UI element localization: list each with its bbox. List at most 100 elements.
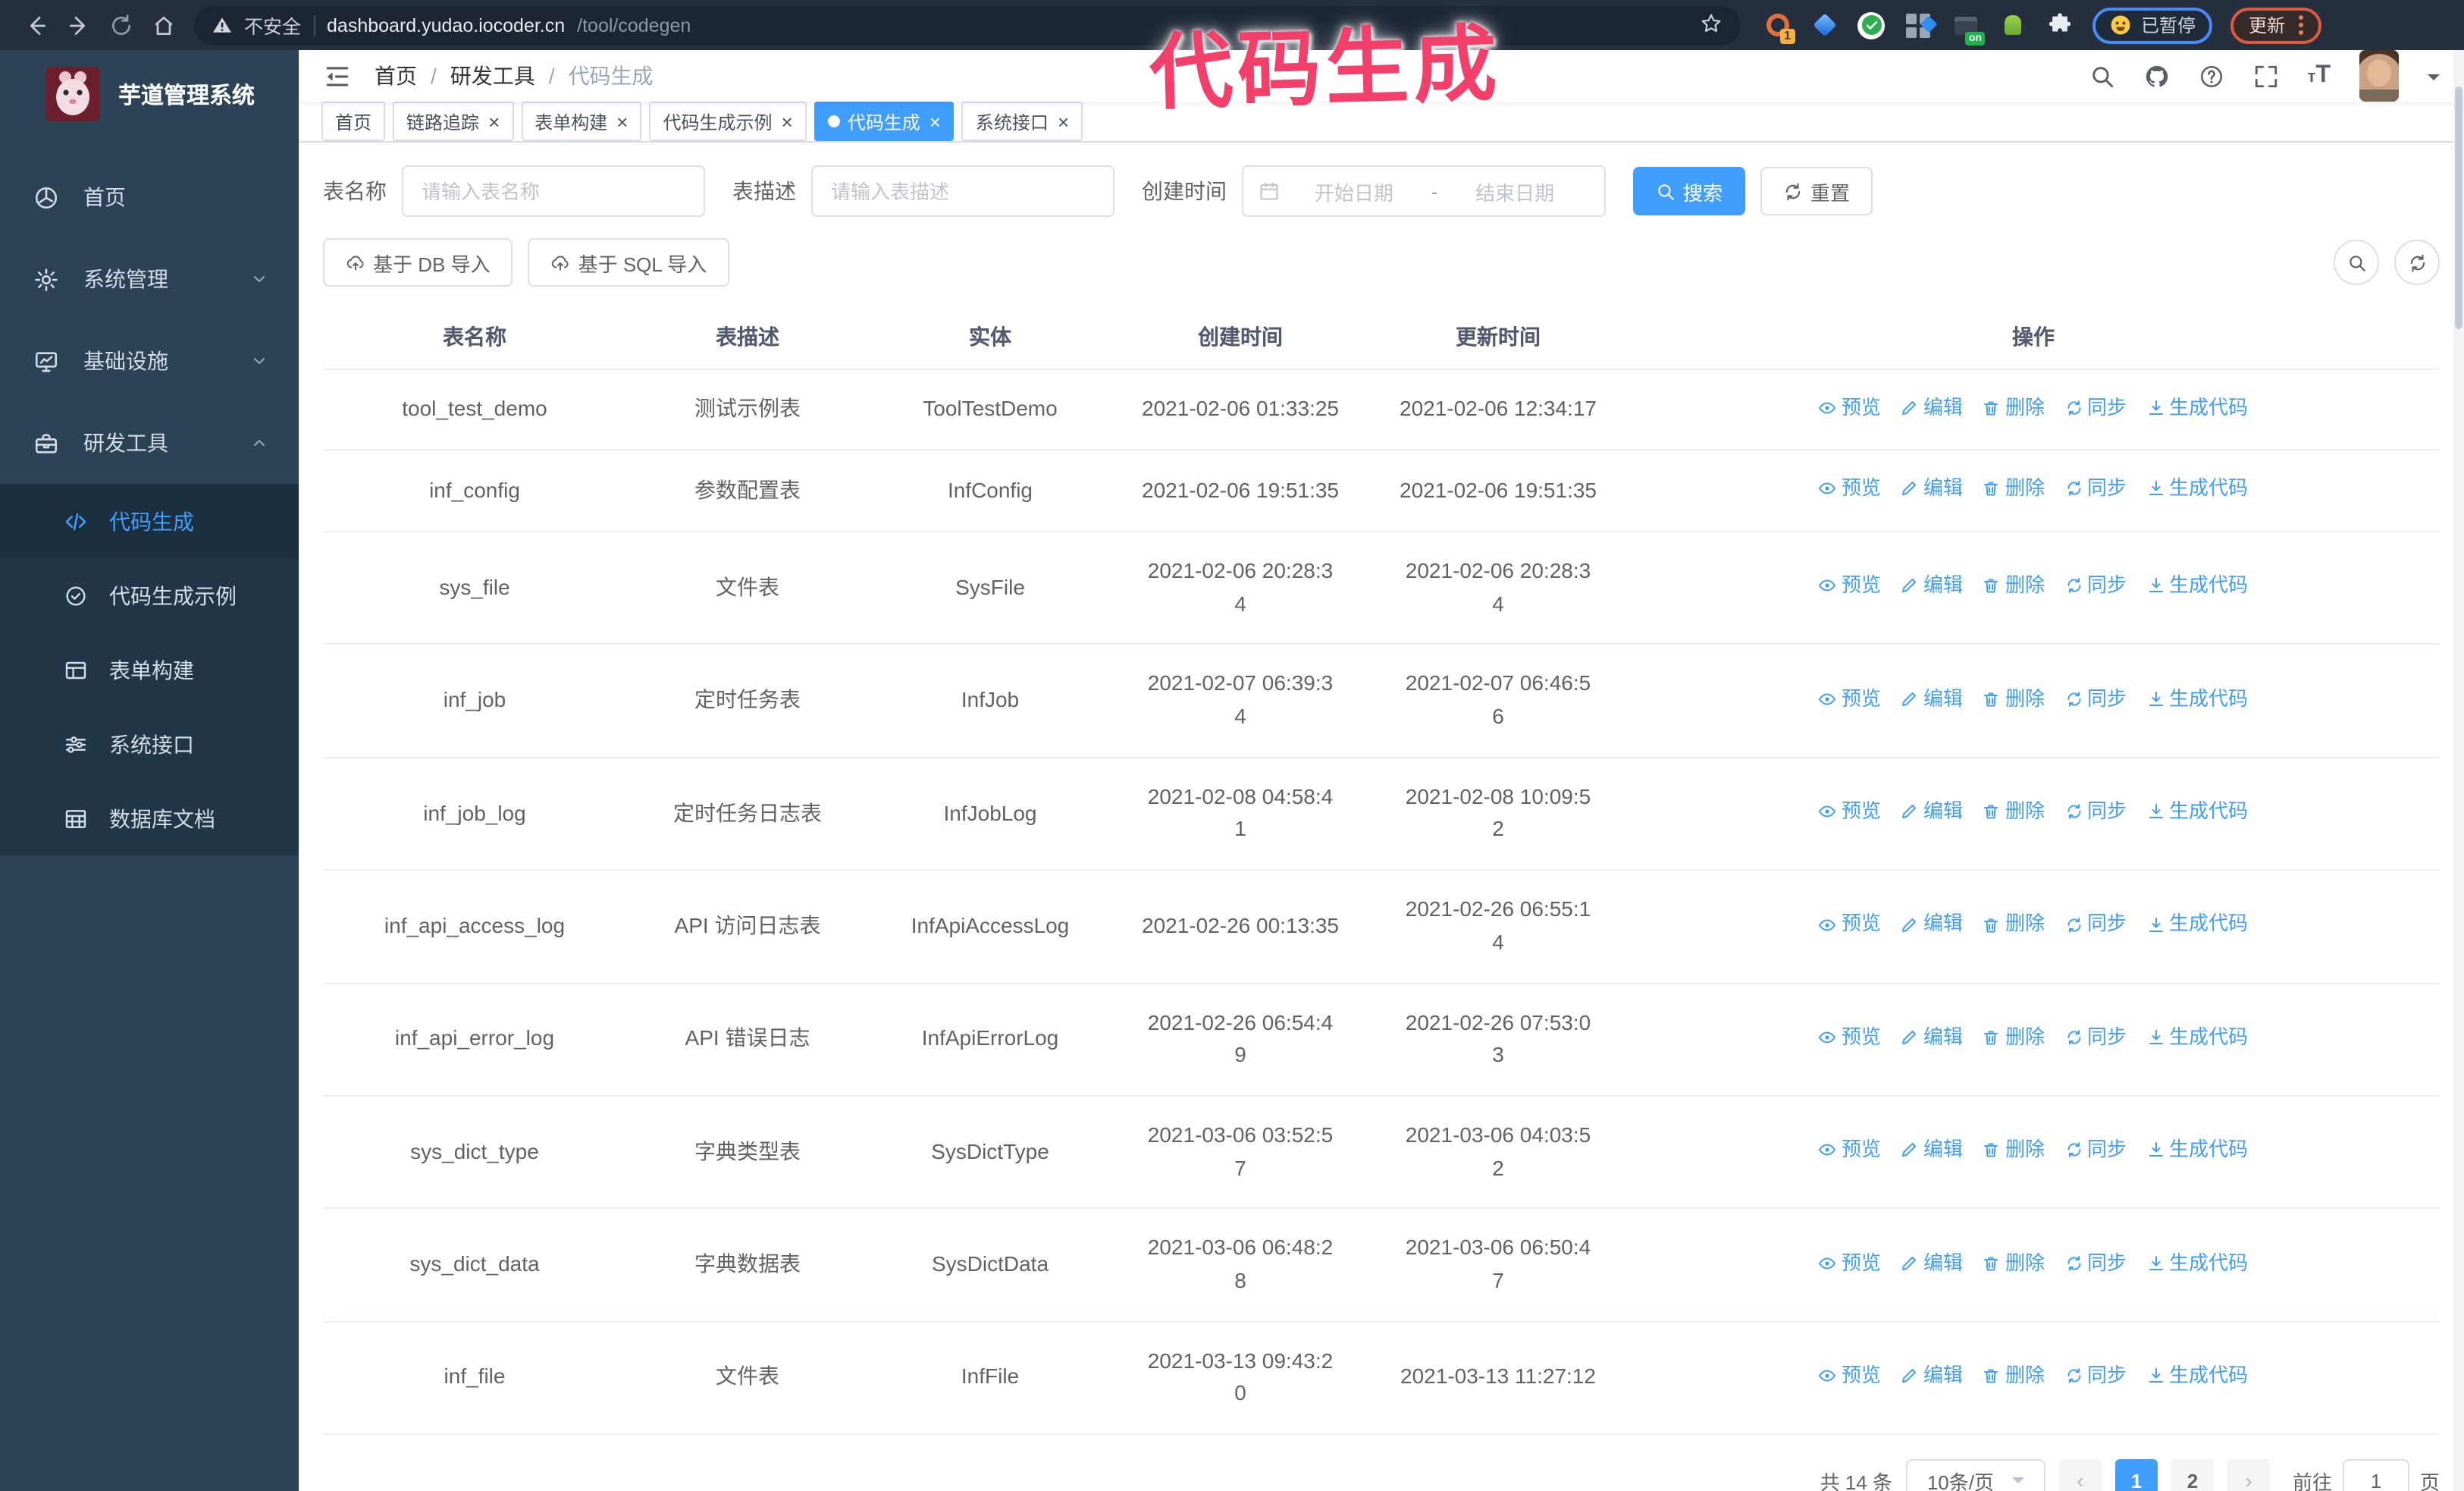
- action-generate[interactable]: 生成代码: [2146, 571, 2248, 601]
- close-icon[interactable]: ×: [488, 111, 500, 131]
- font-size-icon[interactable]: тT: [2308, 63, 2331, 88]
- scrollbar-thumb[interactable]: [2455, 86, 2462, 329]
- import-db-button[interactable]: 基于 DB 导入: [323, 238, 513, 287]
- action-sync[interactable]: 同步: [2064, 1135, 2127, 1165]
- page-button-2[interactable]: 2: [2171, 1459, 2214, 1491]
- paused-pill[interactable]: 已暂停: [2093, 7, 2213, 43]
- action-edit[interactable]: 编辑: [1901, 571, 1963, 601]
- refresh-table-button[interactable]: [2394, 240, 2440, 285]
- action-delete[interactable]: 删除: [1983, 796, 2045, 827]
- table-desc-input[interactable]: [811, 165, 1114, 217]
- extension-on-icon[interactable]: on: [1950, 10, 1985, 45]
- action-delete[interactable]: 删除: [1983, 1361, 2045, 1391]
- action-edit[interactable]: 编辑: [1901, 1361, 1963, 1391]
- tab[interactable]: 首页 ×: [321, 102, 386, 141]
- avatar[interactable]: [2359, 50, 2399, 102]
- action-generate[interactable]: 生成代码: [2146, 1022, 2248, 1053]
- extension-gem-icon[interactable]: [1809, 10, 1839, 40]
- sidebar-menu-item[interactable]: 研发工具: [0, 402, 299, 484]
- action-delete[interactable]: 删除: [1983, 909, 2045, 940]
- action-sync[interactable]: 同步: [2064, 392, 2127, 422]
- tab[interactable]: 链路追踪 ×: [393, 102, 514, 141]
- action-edit[interactable]: 编辑: [1901, 392, 1963, 422]
- action-delete[interactable]: 删除: [1983, 1248, 2045, 1278]
- action-edit[interactable]: 编辑: [1901, 1022, 1963, 1053]
- app-logo-row[interactable]: 芋道管理系统: [0, 50, 299, 138]
- action-edit[interactable]: 编辑: [1901, 796, 1963, 827]
- tab[interactable]: 系统接口 ×: [961, 102, 1083, 141]
- action-generate[interactable]: 生成代码: [2146, 392, 2248, 422]
- bookmark-star-icon[interactable]: [1700, 11, 1723, 39]
- close-icon[interactable]: ×: [929, 111, 941, 131]
- browser-reload-icon[interactable]: [100, 5, 143, 45]
- search-button[interactable]: 搜索: [1633, 167, 1746, 215]
- sidebar-menu-item[interactable]: 系统管理: [0, 238, 299, 320]
- action-sync[interactable]: 同步: [2064, 909, 2127, 940]
- action-preview[interactable]: 预览: [1819, 683, 1881, 714]
- tab[interactable]: 代码生成示例 ×: [649, 102, 807, 141]
- action-delete[interactable]: 删除: [1983, 683, 2045, 714]
- action-preview[interactable]: 预览: [1819, 571, 1881, 601]
- action-delete[interactable]: 删除: [1983, 1022, 2045, 1053]
- browser-forward-icon[interactable]: [58, 5, 100, 45]
- extension-green-icon[interactable]: [1997, 10, 2027, 40]
- action-generate[interactable]: 生成代码: [2146, 1135, 2248, 1165]
- close-icon[interactable]: ×: [616, 111, 628, 131]
- extension-grid-icon[interactable]: [1903, 10, 1938, 40]
- update-button[interactable]: 更新: [2230, 7, 2322, 43]
- sidebar-fold-icon[interactable]: [323, 61, 352, 90]
- action-edit[interactable]: 编辑: [1901, 1248, 1963, 1278]
- fullscreen-icon[interactable]: [2253, 63, 2279, 89]
- goto-page-input[interactable]: [2342, 1459, 2409, 1491]
- tab[interactable]: 代码生成 ×: [813, 102, 955, 141]
- github-icon[interactable]: [2144, 63, 2170, 89]
- action-edit[interactable]: 编辑: [1901, 683, 1963, 714]
- action-preview[interactable]: 预览: [1819, 392, 1881, 422]
- action-preview[interactable]: 预览: [1819, 474, 1881, 504]
- action-delete[interactable]: 删除: [1983, 571, 2045, 601]
- sidebar-submenu-item[interactable]: 代码生成示例: [0, 558, 299, 632]
- table-name-input[interactable]: [402, 165, 705, 217]
- action-delete[interactable]: 删除: [1983, 392, 2045, 422]
- sidebar-menu-item[interactable]: 基础设施: [0, 320, 299, 402]
- action-sync[interactable]: 同步: [2064, 796, 2127, 827]
- action-sync[interactable]: 同步: [2064, 1248, 2127, 1278]
- action-delete[interactable]: 删除: [1983, 474, 2045, 504]
- action-sync[interactable]: 同步: [2064, 1361, 2127, 1391]
- action-preview[interactable]: 预览: [1819, 909, 1881, 940]
- avatar-caret-icon[interactable]: [2428, 74, 2440, 86]
- action-preview[interactable]: 预览: [1819, 1135, 1881, 1165]
- close-icon[interactable]: ×: [782, 111, 793, 131]
- page-button-1[interactable]: 1: [2114, 1459, 2158, 1491]
- kebab-menu-icon[interactable]: [2299, 15, 2304, 35]
- browser-home-icon[interactable]: [143, 5, 185, 45]
- breadcrumb-home[interactable]: 首页: [375, 61, 417, 91]
- import-sql-button[interactable]: 基于 SQL 导入: [528, 238, 730, 287]
- action-generate[interactable]: 生成代码: [2146, 1248, 2248, 1278]
- action-generate[interactable]: 生成代码: [2146, 909, 2248, 940]
- action-sync[interactable]: 同步: [2064, 474, 2127, 504]
- tab[interactable]: 表单构建 ×: [521, 102, 642, 141]
- action-preview[interactable]: 预览: [1819, 1022, 1881, 1053]
- help-icon[interactable]: [2199, 63, 2224, 89]
- next-page-button[interactable]: ›: [2227, 1459, 2270, 1491]
- sidebar-submenu-item[interactable]: 系统接口: [0, 707, 299, 781]
- action-preview[interactable]: 预览: [1819, 1248, 1881, 1278]
- action-generate[interactable]: 生成代码: [2146, 1361, 2248, 1391]
- date-range-picker[interactable]: 开始日期 - 结束日期: [1242, 165, 1606, 217]
- action-generate[interactable]: 生成代码: [2146, 796, 2248, 827]
- action-generate[interactable]: 生成代码: [2146, 474, 2248, 504]
- reset-button[interactable]: 重置: [1760, 167, 1873, 215]
- action-sync[interactable]: 同步: [2064, 683, 2127, 714]
- action-delete[interactable]: 删除: [1983, 1135, 2045, 1165]
- action-edit[interactable]: 编辑: [1901, 474, 1963, 504]
- action-sync[interactable]: 同步: [2064, 571, 2127, 601]
- extensions-puzzle-icon[interactable]: [2044, 10, 2074, 40]
- extension-check-icon[interactable]: [1856, 10, 1886, 40]
- action-generate[interactable]: 生成代码: [2146, 683, 2248, 714]
- action-preview[interactable]: 预览: [1819, 1361, 1881, 1391]
- action-edit[interactable]: 编辑: [1901, 909, 1963, 940]
- action-edit[interactable]: 编辑: [1901, 1135, 1963, 1165]
- action-preview[interactable]: 预览: [1819, 796, 1881, 827]
- browser-back-icon[interactable]: [15, 5, 58, 45]
